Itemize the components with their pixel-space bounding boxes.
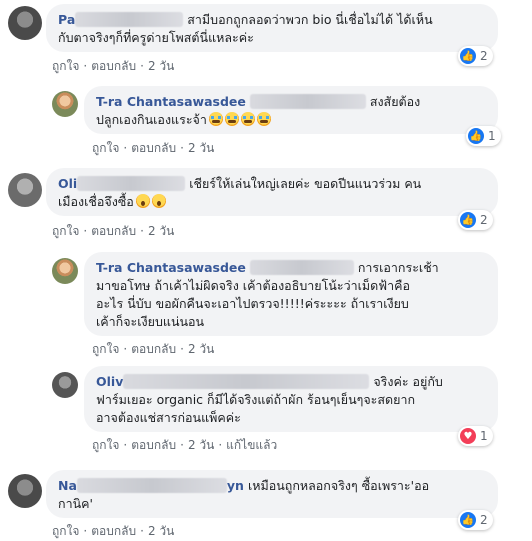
like-icon: 👍 — [460, 212, 476, 228]
reply-link[interactable]: ตอบกลับ — [91, 222, 136, 241]
redacted-name — [77, 176, 186, 191]
comment-author[interactable]: Oli — [58, 176, 77, 191]
like-link[interactable]: ถูกใจ — [92, 139, 119, 158]
comment-author[interactable]: yn — [227, 478, 244, 493]
comment-bubble: T-ra Chantasawasdee สงสัยต้อง ปลูกเองกิน… — [84, 86, 498, 134]
reply-link[interactable]: ตอบกลับ — [91, 57, 136, 76]
edited-label[interactable]: แก้ไขแล้ว — [226, 436, 277, 455]
comment-author[interactable]: Pa — [58, 12, 75, 27]
redacted-name — [249, 260, 354, 275]
comment-text: เค้าก็จะเงียบแน่นอน — [96, 314, 205, 329]
reaction-count[interactable]: 👍 2 — [458, 510, 493, 530]
comment-author[interactable]: T-ra Chantasawasdee — [96, 94, 246, 109]
comment-author[interactable]: T-ra Chantasawasdee — [96, 260, 246, 275]
timestamp[interactable]: 2 วัน — [148, 57, 174, 76]
avatar[interactable] — [8, 6, 42, 40]
like-link[interactable]: ถูกใจ — [92, 340, 119, 359]
reply-link[interactable]: ตอบกลับ — [131, 139, 176, 158]
comment-text: การเอากระเช้า — [357, 260, 439, 275]
reaction-count[interactable]: 👍 2 — [458, 210, 493, 230]
reply-link[interactable]: ตอบกลับ — [131, 340, 176, 359]
comment-text: อะไร นี่บับ ขอผักคืนจะเอาไปตรวจ!!!!!ค่ระ… — [96, 296, 409, 311]
comment-actions: ถูกใจ · ตอบกลับ · 2 วัน — [92, 139, 214, 158]
comment-text: กานิค' — [58, 496, 93, 511]
avatar[interactable] — [8, 173, 42, 207]
crying-emoji-icon — [224, 112, 239, 126]
redacted-name — [76, 478, 227, 493]
avatar[interactable] — [52, 372, 78, 398]
reaction-count[interactable]: 👍 1 — [466, 126, 501, 146]
crying-emoji-icon — [256, 112, 271, 126]
comment-text: กับตาจริงๆก็ที่ครูด่ายโพสต์นี่แหละค่ะ — [58, 30, 254, 45]
reply-link[interactable]: ตอบกลับ — [91, 522, 136, 541]
comment-actions: ถูกใจ · ตอบกลับ · 2 วัน — [92, 340, 214, 359]
avatar[interactable] — [52, 258, 78, 284]
comment-text: สามีบอกถูกลอดว่าพวก bio นี่เชื่อไม่ได้ ไ… — [187, 12, 433, 27]
comment-author[interactable]: Na — [58, 478, 77, 493]
comment-bubble: Oli เชียร์ให้เล่นใหญ่เลยค่ะ ขอดปีนแนวร่ว… — [46, 168, 498, 216]
like-link[interactable]: ถูกใจ — [52, 57, 79, 76]
comment-text: สงสัยต้อง — [369, 94, 421, 109]
sad-emoji-icon — [151, 194, 166, 208]
like-link[interactable]: ถูกใจ — [52, 222, 79, 241]
timestamp[interactable]: 2 วัน — [148, 222, 174, 241]
comment-text: อาจต้องแช่สารก่อนแพ็คค่ะ — [96, 410, 241, 425]
comment-actions: ถูกใจ · ตอบกลับ · 2 วัน · แก้ไขแล้ว — [92, 436, 277, 455]
reply-link[interactable]: ตอบกลับ — [131, 436, 176, 455]
comment-bubble: T-ra Chantasawasdee การเอากระเช้า มาขอโท… — [84, 252, 498, 336]
like-icon: 👍 — [460, 512, 476, 528]
heart-icon: ♥ — [460, 428, 476, 444]
timestamp[interactable]: 2 วัน — [188, 436, 214, 455]
sad-emoji-icon — [135, 194, 150, 208]
comment-bubble: Pa สามีบอกถูกลอดว่าพวก bio นี่เชื่อไม่ได… — [46, 4, 498, 52]
comment-author[interactable]: Oliv — [96, 374, 123, 389]
comment-text: มาขอโทษ ถ้าเค้าไม่ผิดจริง เค้าต้องอธิบาย… — [96, 278, 410, 293]
comment-text: เชียร์ให้เล่นใหญ่เลยค่ะ ขอดปีนแนวร่วม คน — [189, 176, 422, 191]
like-icon: 👍 — [460, 48, 476, 64]
comment-text: ปลูกเองกินเองแระจ้า — [96, 112, 207, 127]
timestamp[interactable]: 2 วัน — [188, 340, 214, 359]
comment-actions: ถูกใจ · ตอบกลับ · 2 วัน — [52, 57, 174, 76]
comment-bubble: Oliv จริงค่ะ อยู่กับ ฟาร์มเยอะ organic ก… — [84, 366, 498, 432]
reaction-count[interactable]: 👍 2 — [458, 46, 493, 66]
reaction-count[interactable]: ♥ 1 — [458, 426, 493, 446]
redacted-name — [123, 374, 370, 389]
timestamp[interactable]: 2 วัน — [188, 139, 214, 158]
comment-actions: ถูกใจ · ตอบกลับ · 2 วัน — [52, 222, 174, 241]
like-link[interactable]: ถูกใจ — [92, 436, 119, 455]
comment-bubble: Na yn เหมือนถูกหลอกจริงๆ ซื้อเพราะ'ออ กาน… — [46, 470, 498, 518]
timestamp[interactable]: 2 วัน — [148, 522, 174, 541]
comment-text: เมืองเชื่อจึงซื้อ — [58, 194, 134, 209]
redacted-name — [75, 12, 184, 27]
like-link[interactable]: ถูกใจ — [52, 522, 79, 541]
redacted-name — [249, 94, 366, 109]
comment-text: จริงค่ะ อยู่กับ — [373, 374, 443, 389]
crying-emoji-icon — [208, 112, 223, 126]
comment-text: เหมือนถูกหลอกจริงๆ ซื้อเพราะ'ออ — [247, 478, 430, 493]
avatar[interactable] — [8, 474, 42, 508]
like-icon: 👍 — [468, 128, 484, 144]
comment-actions: ถูกใจ · ตอบกลับ · 2 วัน — [52, 522, 174, 541]
crying-emoji-icon — [240, 112, 255, 126]
comment-text: ฟาร์มเยอะ organic ก็มีได้จริงแต่ถ้าผัก ร… — [96, 392, 416, 407]
avatar[interactable] — [52, 91, 78, 117]
